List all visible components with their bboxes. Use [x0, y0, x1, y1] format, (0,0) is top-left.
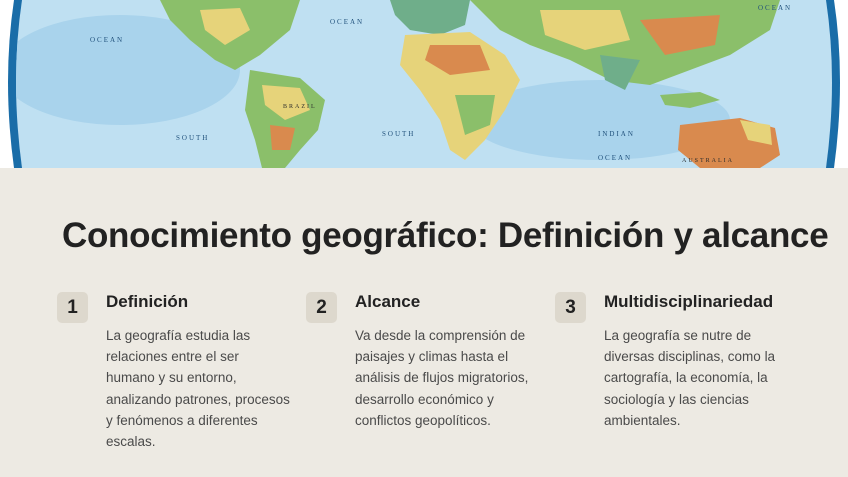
- card-body: La geografía se nutre de diversas discip…: [604, 328, 776, 428]
- map-label: OCEAN: [330, 18, 364, 26]
- map-label: OCEAN: [758, 4, 792, 12]
- step-number-badge: 3: [555, 292, 586, 323]
- map-label: SOUTH: [382, 130, 415, 138]
- map-label: AUSTRALIA: [682, 158, 734, 164]
- card-title: Definición: [106, 292, 189, 311]
- card-body: Va desde la comprensión de paisajes y cl…: [355, 328, 529, 428]
- card-body: La geografía estudia las relaciones entr…: [106, 328, 290, 450]
- hero-map-image: OCEAN OCEAN BRAZIL SOUTH SOUTH INDIAN OC…: [0, 0, 848, 168]
- card-title: Multidisciplinariedad: [604, 292, 774, 311]
- map-label: INDIAN: [598, 130, 635, 138]
- step-number-badge: 1: [57, 292, 88, 323]
- map-label: OCEAN: [90, 36, 124, 44]
- map-label: BRAZIL: [283, 104, 317, 110]
- page-title: Conocimiento geográfico: Definición y al…: [62, 216, 829, 255]
- world-map-illustration: OCEAN OCEAN BRAZIL SOUTH SOUTH INDIAN OC…: [8, 0, 840, 168]
- content-section: Conocimiento geográfico: Definición y al…: [0, 168, 848, 477]
- map-label: SOUTH: [176, 134, 209, 142]
- card-title: Alcance: [355, 292, 421, 311]
- step-number-badge: 2: [306, 292, 337, 323]
- map-label: OCEAN: [598, 154, 632, 162]
